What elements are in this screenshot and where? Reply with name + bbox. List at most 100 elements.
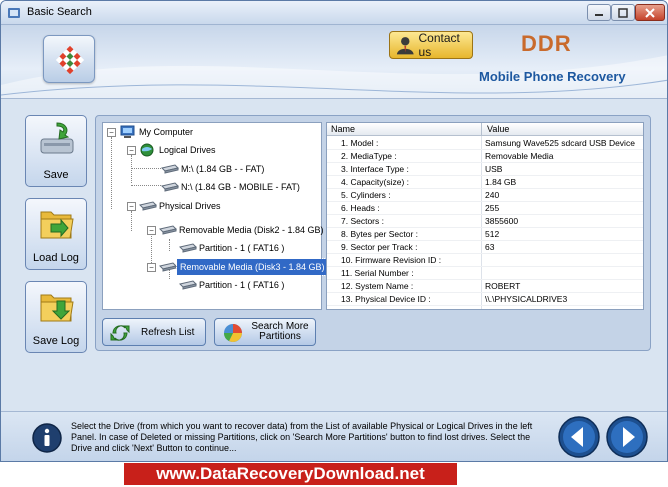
row-value: 240 — [485, 190, 500, 200]
partition-icon — [179, 243, 197, 253]
row-name: 13. Physical Device ID : — [341, 294, 431, 304]
row-value: ROBERT — [485, 281, 521, 291]
arrow-left-icon — [558, 416, 600, 458]
row-name: 6. Heads : — [341, 203, 380, 213]
row-value: 3855600 — [485, 216, 519, 226]
tree-line — [169, 239, 170, 251]
contact-us-button[interactable]: Contact us — [389, 31, 473, 59]
tree-label: M:\ (1.84 GB - - FAT) — [181, 164, 265, 174]
save-button[interactable]: Save — [25, 115, 87, 187]
title-bar: Basic Search — [1, 1, 667, 25]
brand-logo-text: DDR — [521, 31, 572, 56]
close-button[interactable] — [635, 4, 665, 21]
tree-line — [131, 185, 161, 186]
collapse-toggle[interactable]: − — [147, 263, 156, 272]
maximize-icon — [618, 7, 628, 18]
row-value: \\.\PHYSICALDRIVE3 — [485, 294, 568, 304]
tree-label: Partition - 1 ( FAT16 ) — [199, 280, 285, 290]
row-name: 4. Capacity(size) : — [341, 177, 410, 187]
column-separator[interactable] — [481, 123, 482, 136]
removable-drive-icon — [159, 225, 177, 235]
app-window: Basic Search Contact us DDR Mobile Phone… — [0, 0, 668, 462]
load-log-label: Load Log — [33, 252, 79, 264]
tree-label: My Computer — [139, 127, 194, 137]
save-log-button[interactable]: Save Log — [25, 281, 87, 353]
row-name: 1. Model : — [341, 138, 379, 148]
row-name: 2. MediaType : — [341, 151, 397, 161]
removable-drive-icon — [159, 262, 177, 272]
table-row[interactable]: 6. Heads : 255 — [327, 202, 643, 215]
row-name: 11. Serial Number : — [341, 268, 414, 278]
product-name: Mobile Phone Recovery — [479, 69, 626, 84]
search-more-label: Search More Partitions — [251, 321, 309, 342]
table-row[interactable]: 7. Sectors : 3855600 — [327, 215, 643, 228]
globe-icon — [140, 143, 154, 157]
row-name: 12. System Name : — [341, 281, 414, 291]
table-row[interactable]: 1. Model : Samsung Wave525 sdcard USB Dev… — [327, 137, 643, 150]
contact-us-label: Contact us — [418, 31, 460, 59]
app-logo — [43, 35, 95, 83]
minimize-button[interactable] — [587, 4, 611, 21]
search-more-partitions-button[interactable]: Search More Partitions — [214, 318, 316, 346]
column-header-name[interactable]: Name — [331, 124, 355, 134]
tree-label: Physical Drives — [159, 201, 221, 211]
table-row[interactable]: 2. MediaType : Removable Media — [327, 150, 643, 163]
table-row[interactable]: 3. Interface Type : USB — [327, 163, 643, 176]
website-banner: www.DataRecoveryDownload.net — [124, 463, 457, 485]
help-text: Select the Drive (from which you want to… — [71, 421, 533, 453]
row-value: Samsung Wave525 sdcard USB Device — [485, 138, 635, 148]
collapse-toggle[interactable]: − — [127, 146, 136, 155]
drive-properties-table[interactable]: Name Value 1. Model : Samsung Wave525 sdc… — [326, 122, 644, 310]
computer-icon — [120, 125, 135, 138]
row-name: 8. Bytes per Sector : — [341, 229, 419, 239]
pie-chart-icon — [224, 324, 242, 342]
tree-line — [111, 137, 112, 209]
load-log-button[interactable]: Load Log — [25, 198, 87, 270]
row-name: 3. Interface Type : — [341, 164, 409, 174]
table-header: Name Value — [327, 123, 643, 136]
table-row[interactable]: 8. Bytes per Sector : 512 — [327, 228, 643, 241]
back-button[interactable] — [557, 415, 601, 459]
row-name: 7. Sectors : — [341, 216, 384, 226]
table-row[interactable]: 11. Serial Number : — [327, 267, 643, 280]
row-value: Removable Media — [485, 151, 554, 161]
row-name: 9. Sector per Track : — [341, 242, 418, 252]
physical-drive-icon — [139, 201, 157, 211]
main-panel: − My Computer − Logical Drives M:\ (1.84… — [95, 115, 651, 351]
tree-label: N:\ (1.84 GB - MOBILE - FAT) — [181, 182, 300, 192]
save-disk-icon — [40, 122, 74, 154]
tree-label: Removable Media (Disk2 - 1.84 GB) — [179, 225, 324, 235]
row-name: 5. Cylinders : — [341, 190, 391, 200]
close-icon — [645, 7, 655, 18]
refresh-list-label: Refresh List — [141, 327, 195, 338]
header-banner: Contact us DDR Mobile Phone Recovery — [1, 25, 667, 99]
drive-tree[interactable]: − My Computer − Logical Drives M:\ (1.84… — [102, 122, 329, 310]
table-row[interactable]: 9. Sector per Track : 63 — [327, 241, 643, 254]
refresh-list-button[interactable]: Refresh List — [102, 318, 206, 346]
arrow-right-icon — [606, 416, 648, 458]
app-icon — [8, 8, 20, 18]
table-row[interactable]: 5. Cylinders : 240 — [327, 189, 643, 202]
table-row[interactable]: 10. Firmware Revision ID : — [327, 254, 643, 267]
table-row[interactable]: 13. Physical Device ID : \\.\PHYSICALDRIV… — [327, 293, 643, 306]
table-row[interactable]: 12. System Name : ROBERT — [327, 280, 643, 293]
person-icon — [396, 37, 414, 55]
row-value: 63 — [485, 242, 495, 252]
row-value: 255 — [485, 203, 500, 213]
next-button[interactable] — [605, 415, 649, 459]
maximize-button[interactable] — [611, 4, 635, 21]
tree-line — [131, 211, 132, 231]
collapse-toggle[interactable]: − — [127, 202, 136, 211]
table-row[interactable]: 4. Capacity(size) : 1.84 GB — [327, 176, 643, 189]
row-value: USB — [485, 164, 503, 174]
save-log-folder-icon — [40, 294, 74, 322]
tree-line — [131, 155, 132, 183]
row-value: 1.84 GB — [485, 177, 517, 187]
tree-line — [131, 168, 161, 169]
drive-icon — [161, 182, 179, 192]
save-log-label: Save Log — [32, 335, 80, 347]
collapse-toggle[interactable]: − — [147, 226, 156, 235]
info-icon — [32, 423, 62, 453]
collapse-toggle[interactable]: − — [107, 128, 116, 137]
column-header-value[interactable]: Value — [487, 124, 509, 134]
